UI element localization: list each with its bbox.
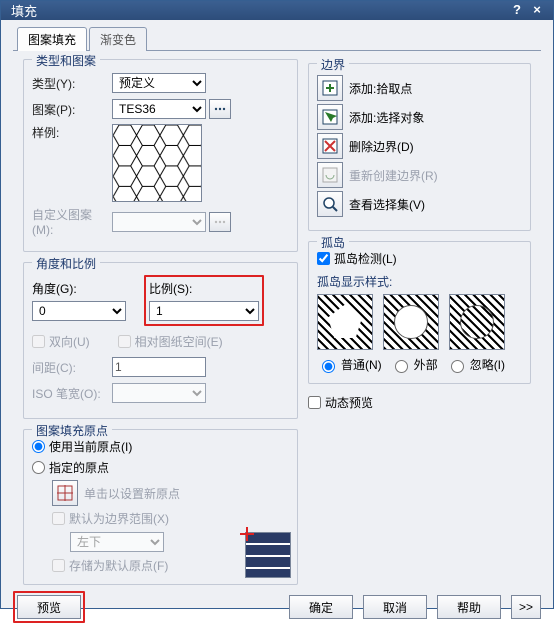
recreate-boundary-label: 重新创建边界(R)	[349, 167, 522, 184]
bidirectional-checkbox: 双向(U)	[32, 333, 90, 350]
legend-angle-scale: 角度和比例	[32, 255, 100, 272]
iso-label: ISO 笔宽(O):	[32, 385, 112, 402]
close-icon[interactable]: ×	[527, 2, 547, 20]
set-origin-button[interactable]	[52, 480, 78, 506]
island-style-label: 孤岛显示样式:	[317, 273, 522, 290]
island-style-normal-radio[interactable]: 普通(N)	[317, 356, 382, 373]
crosshair-icon	[57, 485, 73, 501]
dialog-body: 类型和图案 类型(Y): 预定义 图案(P): TES36	[13, 50, 541, 591]
preview-highlight: 预览	[13, 591, 85, 623]
sample-label: 样例:	[32, 124, 112, 141]
hex-pattern-icon	[113, 125, 201, 201]
relative-paper-checkbox: 相对图纸空间(E)	[118, 333, 223, 350]
type-combo[interactable]: 预定义	[112, 73, 206, 93]
group-type-pattern: 类型和图案 类型(Y): 预定义 图案(P): TES36	[23, 59, 298, 252]
origin-preview-swatch	[245, 532, 291, 578]
left-column: 类型和图案 类型(Y): 预定义 图案(P): TES36	[23, 55, 298, 585]
island-thumb-outer[interactable]	[383, 294, 439, 350]
legend-boundary: 边界	[317, 56, 349, 73]
pick-point-icon	[322, 80, 338, 96]
iso-combo	[112, 383, 206, 403]
scale-label: 比例(S):	[149, 280, 259, 297]
ellipsis-icon	[214, 103, 226, 115]
ellipsis-icon	[214, 216, 226, 228]
legend-island: 孤岛	[317, 234, 349, 251]
angle-label: 角度(G):	[32, 280, 126, 297]
add-select-object-button[interactable]	[317, 104, 343, 130]
remove-boundary-label: 删除边界(D)	[349, 138, 522, 155]
add-pick-point-button[interactable]	[317, 75, 343, 101]
click-set-origin-label: 单击以设置新原点	[84, 485, 180, 502]
add-pick-point-label: 添加:拾取点	[349, 80, 522, 97]
pattern-label: 图案(P):	[32, 101, 112, 118]
angle-combo[interactable]: 0	[32, 301, 126, 321]
origin-corner-combo: 左下	[70, 532, 164, 552]
tab-pattern-fill[interactable]: 图案填充	[17, 27, 87, 51]
help-button[interactable]: 帮助	[437, 595, 501, 619]
tab-strip: 图案填充 渐变色	[1, 20, 553, 50]
spacing-input	[112, 357, 206, 377]
tab-gradient[interactable]: 渐变色	[89, 27, 147, 51]
scale-highlight: 比例(S): 1	[144, 275, 264, 326]
remove-boundary-button[interactable]	[317, 133, 343, 159]
cancel-button[interactable]: 取消	[363, 595, 427, 619]
legend-type-pattern: 类型和图案	[32, 52, 100, 69]
group-boundary: 边界 添加:拾取点 添加:选择对象 删	[308, 63, 531, 231]
group-island: 孤岛 孤岛检测(L) 孤岛显示样式: 普通(N) 外部 忽略(I)	[308, 241, 531, 384]
scale-combo[interactable]: 1	[149, 301, 259, 321]
group-hatch-origin: 图案填充原点 使用当前原点(I) 指定的原点 单击以设置新原点	[23, 429, 298, 585]
island-thumb-ignore[interactable]	[449, 294, 505, 350]
recreate-boundary-button	[317, 162, 343, 188]
pattern-browse-button[interactable]	[209, 99, 231, 119]
custom-pattern-label: 自定义图案(M):	[32, 206, 112, 237]
select-object-icon	[322, 109, 338, 125]
island-style-outer-radio[interactable]: 外部	[390, 356, 438, 373]
legend-origin: 图案填充原点	[32, 422, 112, 439]
custom-pattern-browse-button	[209, 212, 231, 232]
right-column: 边界 添加:拾取点 添加:选择对象 删	[308, 55, 531, 585]
island-thumb-normal[interactable]	[317, 294, 373, 350]
dialog-footer: 预览 确定 取消 帮助 >>	[1, 591, 553, 623]
recreate-boundary-icon	[322, 167, 338, 183]
preview-button[interactable]: 预览	[17, 595, 81, 619]
hatch-dialog: 填充 ? × 图案填充 渐变色 类型和图案 类型(Y): 预定义 图案(P):	[0, 0, 554, 609]
titlebar: 填充 ? ×	[1, 1, 553, 20]
spacing-label: 间距(C):	[32, 359, 112, 376]
custom-pattern-combo	[112, 212, 206, 232]
use-current-origin-radio[interactable]: 使用当前原点(I)	[32, 438, 289, 455]
island-style-ignore-radio[interactable]: 忽略(I)	[446, 356, 505, 373]
dynamic-preview-checkbox[interactable]: 动态预览	[308, 394, 531, 411]
type-label: 类型(Y):	[32, 75, 112, 92]
help-icon[interactable]: ?	[507, 2, 527, 20]
ok-button[interactable]: 确定	[289, 595, 353, 619]
expand-button[interactable]: >>	[511, 595, 541, 619]
default-boundary-checkbox: 默认为边界范围(X)	[52, 510, 289, 527]
remove-boundary-icon	[322, 138, 338, 154]
add-select-object-label: 添加:选择对象	[349, 109, 522, 126]
view-selection-label: 查看选择集(V)	[349, 196, 522, 213]
magnifier-icon	[322, 196, 338, 212]
specified-origin-radio[interactable]: 指定的原点	[32, 459, 289, 476]
pattern-combo[interactable]: TES36	[112, 99, 206, 119]
view-selection-button[interactable]	[317, 191, 343, 217]
island-style-thumbs	[317, 294, 522, 350]
dialog-title: 填充	[11, 1, 507, 20]
origin-marker-icon	[240, 527, 254, 541]
group-angle-scale: 角度和比例 角度(G): 0 比例(S): 1	[23, 262, 298, 419]
pattern-swatch[interactable]	[112, 124, 202, 202]
island-detect-checkbox[interactable]: 孤岛检测(L)	[317, 250, 522, 267]
